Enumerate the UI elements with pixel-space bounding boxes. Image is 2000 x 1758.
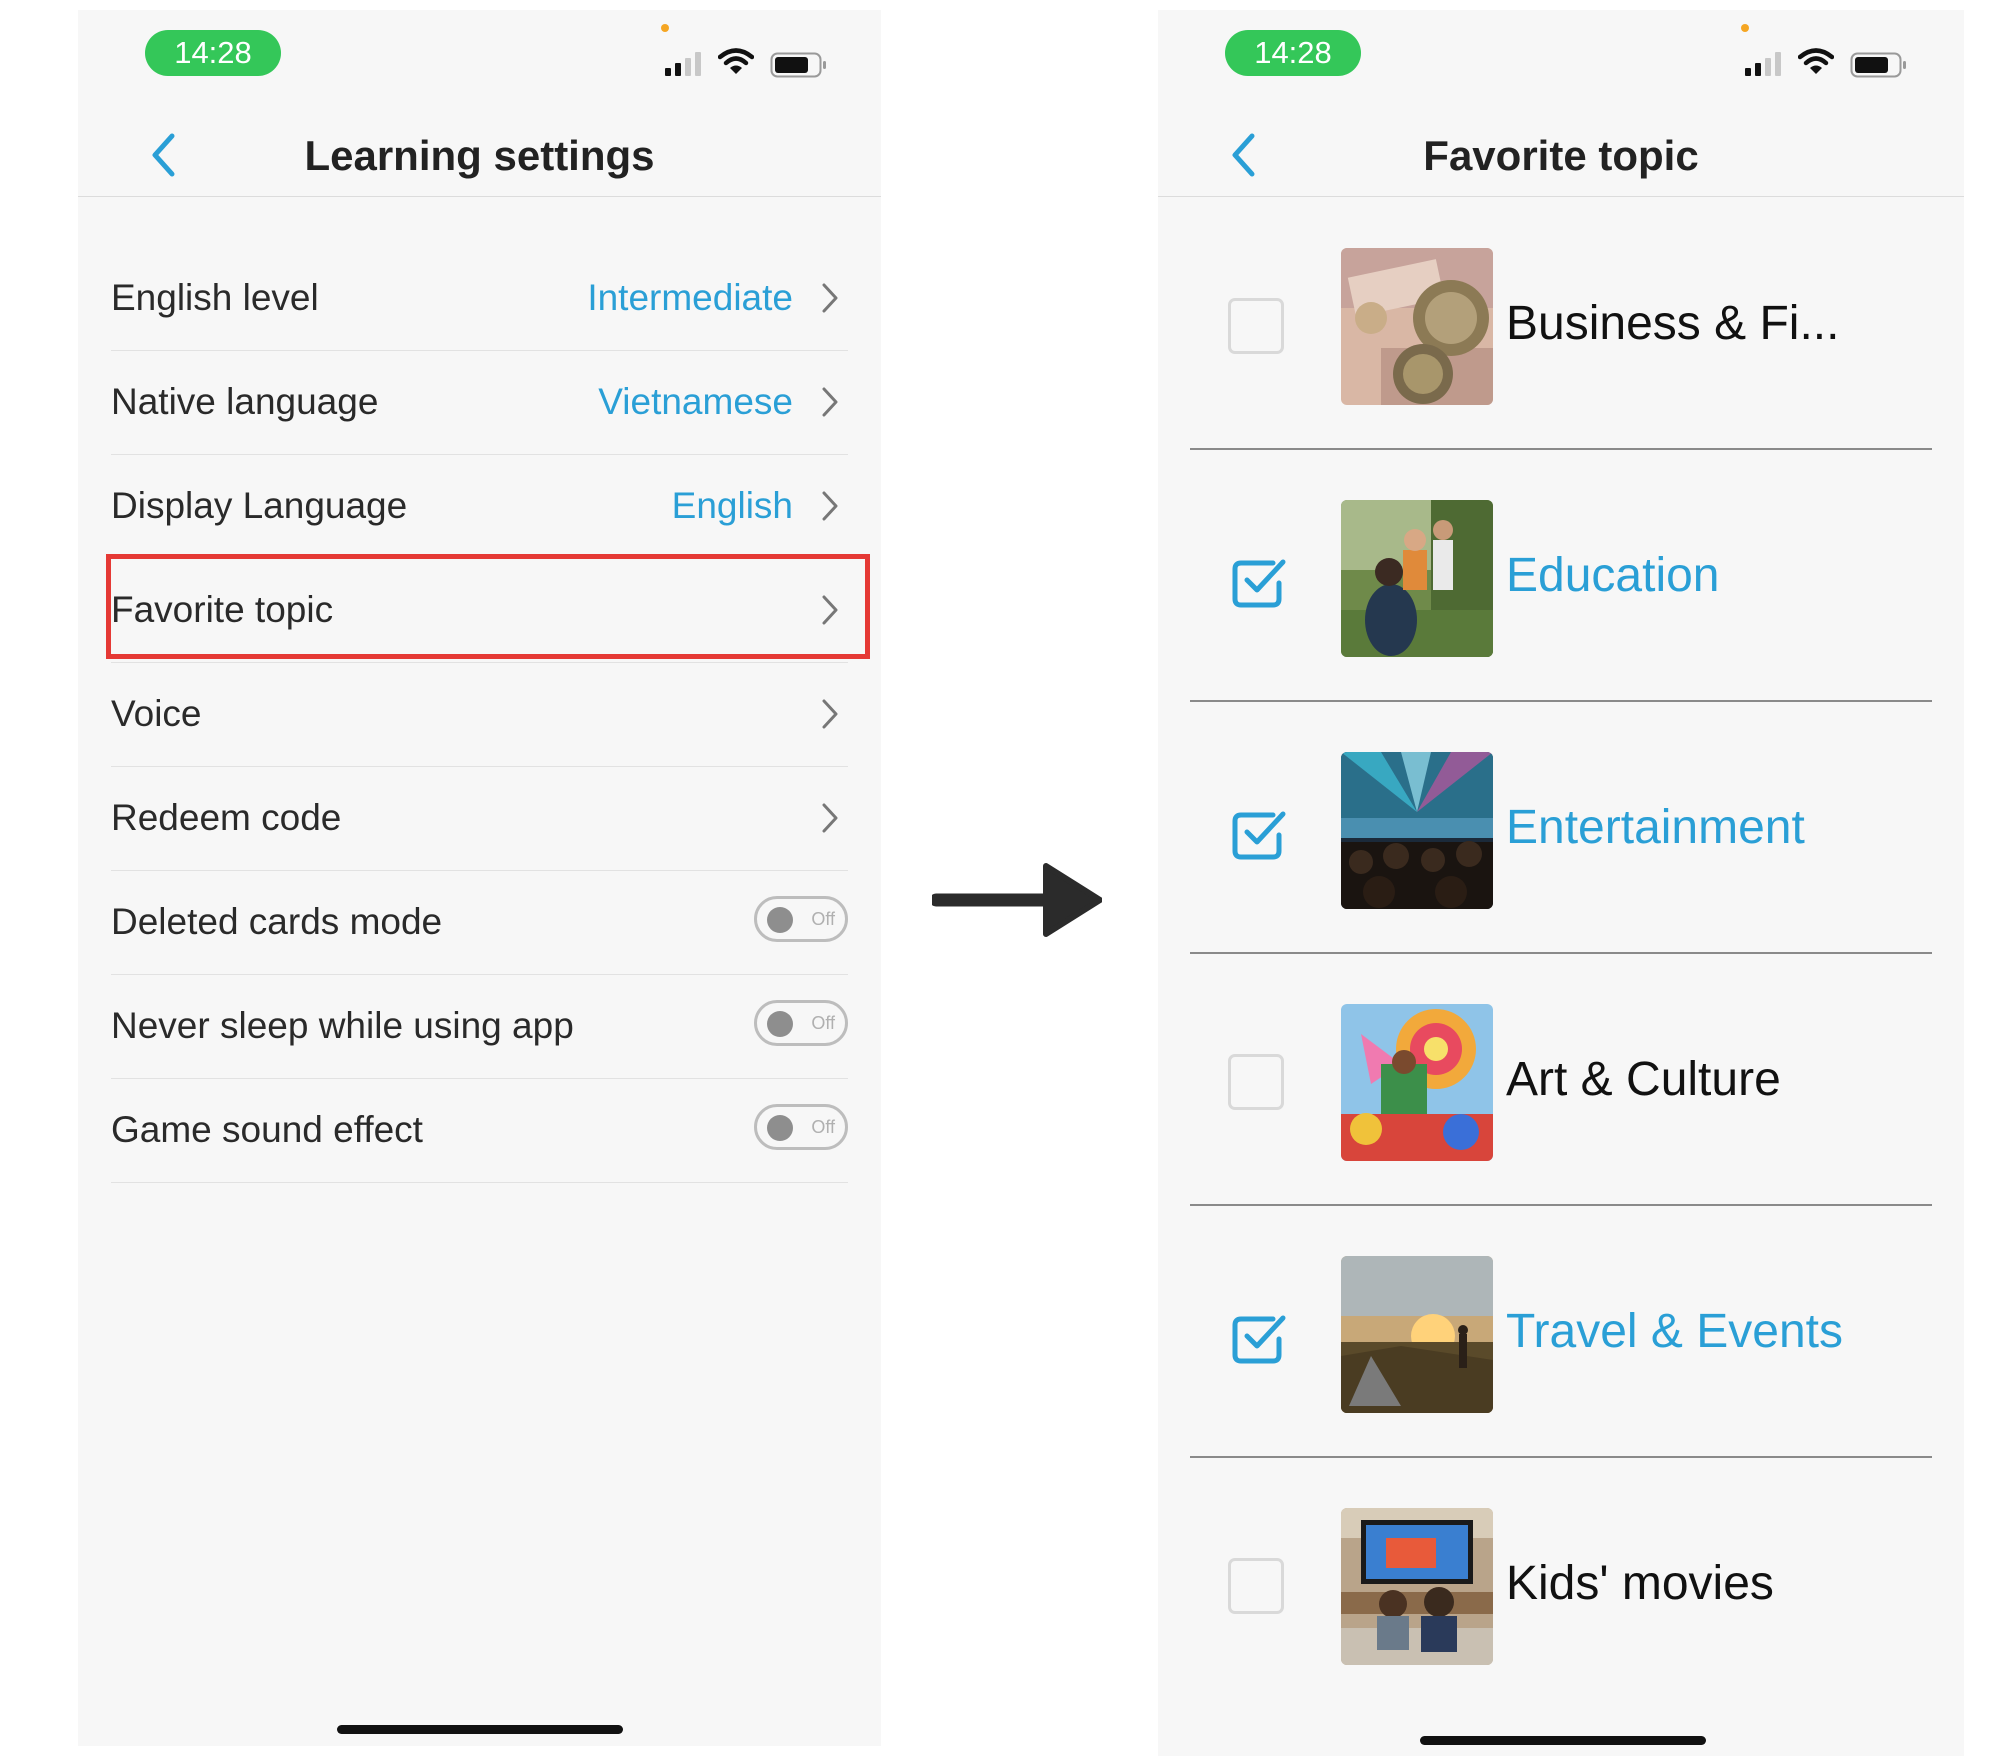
checkmark-icon (1232, 1315, 1286, 1364)
checkbox[interactable] (1228, 1558, 1284, 1614)
toggle-state-text: Off (811, 909, 835, 929)
battery-icon (1850, 52, 1906, 78)
checkmark-icon (1232, 559, 1286, 608)
settings-row-native-language[interactable]: Native language Vietnamese (111, 350, 848, 455)
topic-label: Business & Fi... (1506, 297, 1840, 350)
topic-row-kids-movies[interactable]: Kids' movies (1190, 1458, 1932, 1710)
wifi-icon (718, 48, 754, 74)
chevron-right-icon (822, 595, 838, 625)
settings-row-never-sleep: Never sleep while using app Off (111, 974, 848, 1079)
sunset-camping-photo (1341, 1256, 1493, 1413)
settings-row-game-sound: Game sound effect Off (111, 1078, 848, 1183)
privacy-indicator-dot (1741, 24, 1749, 32)
row-label: Voice (111, 693, 202, 734)
checkbox-checked[interactable] (1228, 1306, 1286, 1364)
checkbox[interactable] (1228, 1054, 1284, 1110)
kids-watching-tv-photo (1341, 1508, 1493, 1665)
learning-settings-screen: 14:28 Learning settings English level In… (78, 10, 881, 1746)
topic-label: Kids' movies (1506, 1557, 1774, 1610)
row-label: Redeem code (111, 797, 342, 838)
topic-row-art-culture[interactable]: Art & Culture (1190, 954, 1932, 1206)
checkbox-checked[interactable] (1228, 550, 1286, 608)
topic-label: Entertainment (1506, 801, 1805, 854)
coins-photo (1341, 248, 1493, 405)
settings-row-redeem-code[interactable]: Redeem code (111, 766, 848, 871)
checkbox-checked[interactable] (1228, 802, 1286, 860)
chevron-right-icon (822, 491, 838, 521)
settings-row-english-level[interactable]: English level Intermediate (111, 246, 848, 351)
topic-row-entertainment[interactable]: Entertainment (1190, 702, 1932, 954)
wifi-icon (1798, 48, 1834, 74)
header-divider (78, 196, 881, 197)
privacy-indicator-dot (661, 24, 669, 32)
status-time: 14:28 (1225, 30, 1361, 76)
home-indicator[interactable] (337, 1725, 623, 1734)
settings-row-voice[interactable]: Voice (111, 662, 848, 767)
toggle-state-text: Off (811, 1117, 835, 1137)
row-label: Display Language (111, 485, 408, 526)
home-indicator[interactable] (1420, 1736, 1706, 1745)
chevron-right-icon (822, 803, 838, 833)
festival-costume-photo (1341, 1004, 1493, 1161)
row-value: English (671, 485, 793, 526)
row-label: Never sleep while using app (111, 1005, 574, 1046)
settings-row-deleted-cards-mode: Deleted cards mode Off (111, 870, 848, 975)
header-divider (1158, 196, 1964, 197)
family-park-photo (1341, 500, 1493, 657)
deleted-cards-toggle[interactable]: Off (754, 896, 848, 942)
topic-label: Education (1506, 549, 1720, 602)
page-title: Favorite topic (1423, 132, 1699, 179)
cellular-signal-icon (1745, 52, 1785, 76)
game-sound-toggle[interactable]: Off (754, 1104, 848, 1150)
row-label: Favorite topic (111, 589, 334, 630)
concert-crowd-photo (1341, 752, 1493, 909)
row-label: English level (111, 277, 319, 318)
row-value: Vietnamese (598, 381, 793, 422)
status-time: 14:28 (145, 30, 281, 76)
chevron-right-icon (822, 283, 838, 313)
page-title: Learning settings (304, 132, 655, 179)
row-label: Game sound effect (111, 1109, 423, 1150)
row-label: Native language (111, 381, 379, 422)
settings-row-favorite-topic[interactable]: Favorite topic (111, 558, 848, 663)
row-label: Deleted cards mode (111, 901, 443, 942)
chevron-right-icon (822, 387, 838, 417)
toggle-knob (767, 1011, 793, 1037)
checkbox[interactable] (1228, 298, 1284, 354)
topic-label: Art & Culture (1506, 1053, 1781, 1106)
row-value: Intermediate (587, 277, 793, 318)
toggle-knob (767, 907, 793, 933)
favorite-topic-screen: 14:28 Favorite topic Business & Fi... Ed… (1158, 10, 1964, 1756)
topic-label: Travel & Events (1506, 1305, 1844, 1358)
toggle-knob (767, 1115, 793, 1141)
never-sleep-toggle[interactable]: Off (754, 1000, 848, 1046)
battery-icon (770, 52, 826, 78)
topic-row-travel-events[interactable]: Travel & Events (1190, 1206, 1932, 1458)
toggle-state-text: Off (811, 1013, 835, 1033)
topic-row-education[interactable]: Education (1190, 450, 1932, 702)
chevron-right-icon (822, 699, 838, 729)
checkmark-icon (1232, 811, 1286, 860)
topic-row-business[interactable]: Business & Fi... (1190, 198, 1932, 450)
settings-row-display-language[interactable]: Display Language English (111, 454, 848, 559)
cellular-signal-icon (665, 52, 705, 76)
arrow-right-icon (932, 863, 1102, 937)
